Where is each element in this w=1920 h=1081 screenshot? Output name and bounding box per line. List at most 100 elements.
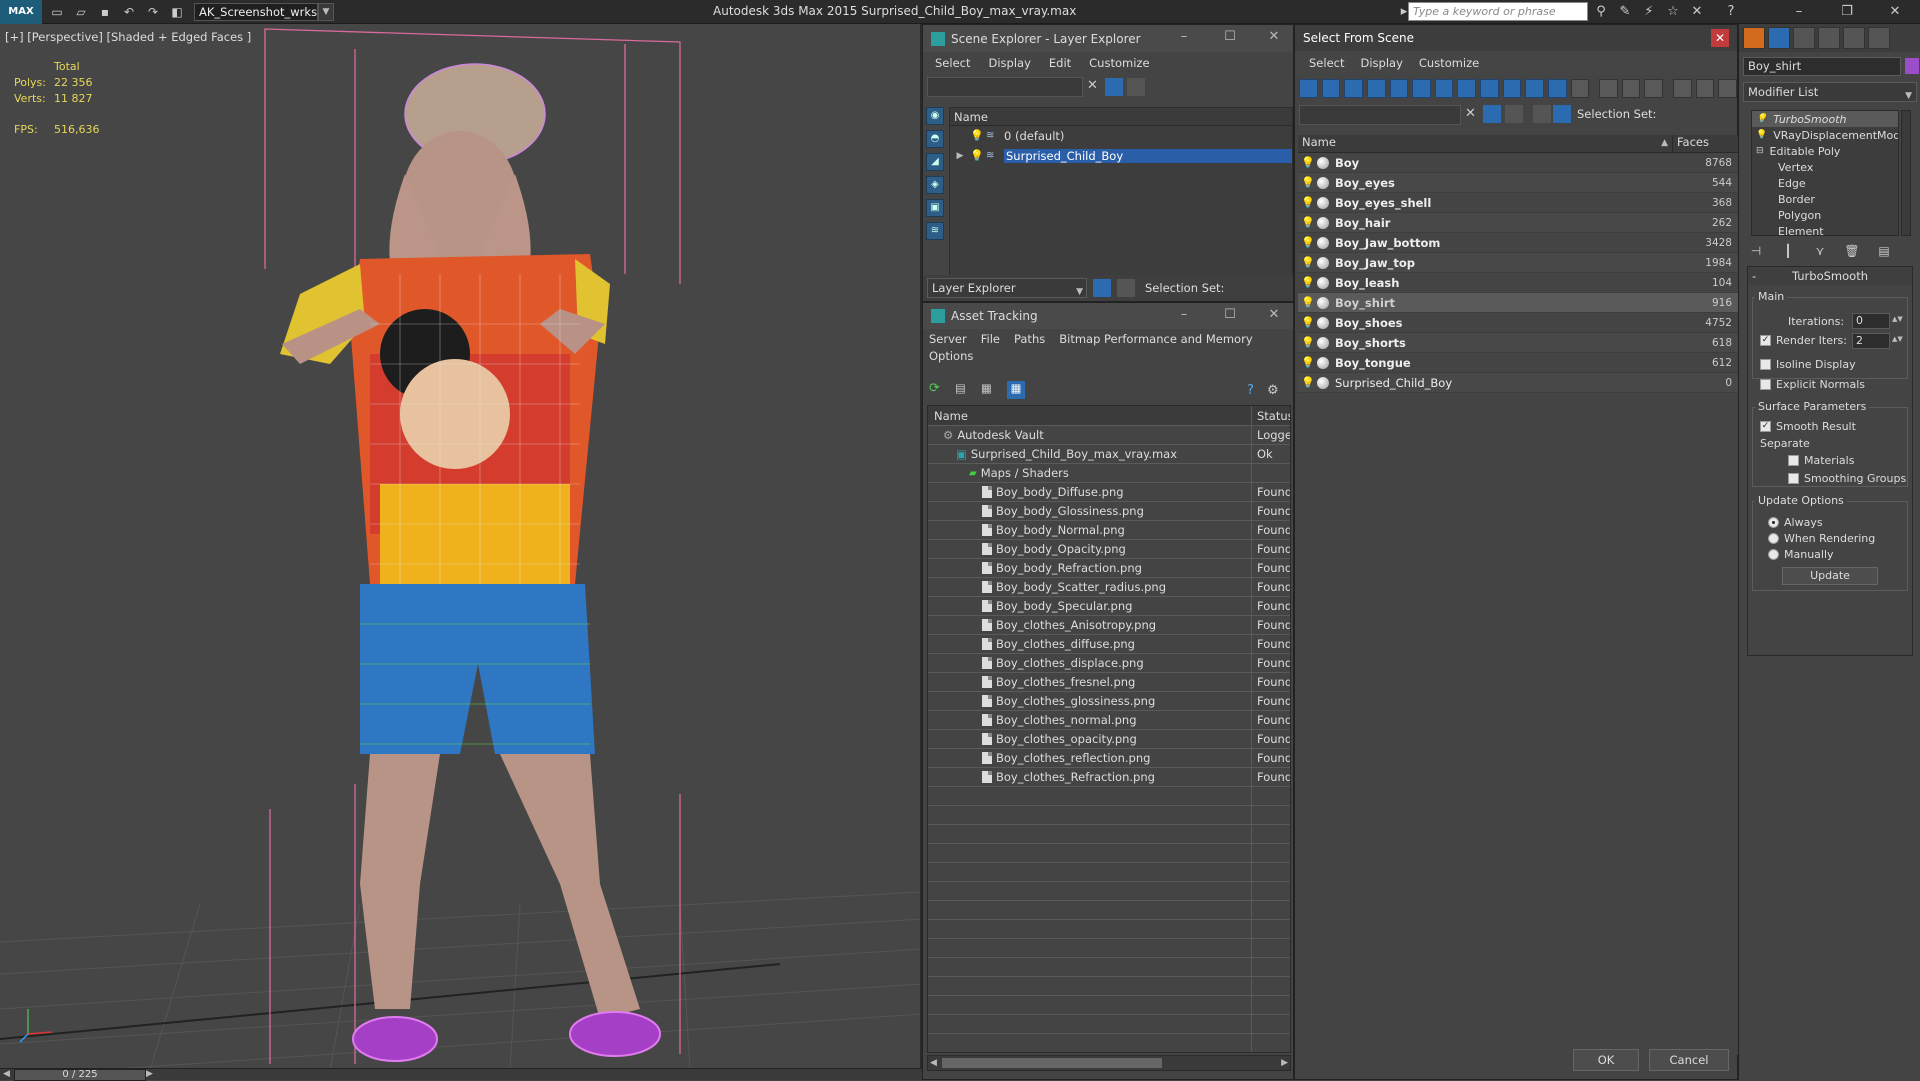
smoothing-groups-checkbox[interactable] [1788, 473, 1799, 484]
layer-explorer-icon[interactable] [1093, 279, 1111, 297]
modifier-stack-item[interactable]: Border [1752, 191, 1898, 207]
asset-row[interactable]: Boy_clothes_normal.png Found [928, 711, 1290, 730]
display-helpers-icon[interactable] [1389, 78, 1409, 98]
redo-icon[interactable]: ↷ [144, 4, 162, 20]
spinner-arrows-icon[interactable]: ▲▼ [1892, 335, 1903, 343]
light-bulb-icon[interactable]: 💡 [970, 130, 984, 142]
display-lights-icon[interactable]: ◈ [926, 176, 944, 194]
asset-row[interactable]: Boy_body_Normal.png Found [928, 521, 1290, 540]
light-bulb-icon[interactable]: 💡 [1301, 216, 1315, 229]
isoline-checkbox[interactable] [1760, 359, 1771, 370]
asset-row[interactable]: Boy_clothes_glossiness.png Found [928, 692, 1290, 711]
light-bulb-icon[interactable]: 💡 [1301, 296, 1315, 309]
filter-icon[interactable] [1105, 78, 1123, 96]
configure-sets-icon[interactable]: ▤ [1875, 242, 1893, 260]
undo-icon[interactable]: ↶ [120, 4, 138, 20]
col-status[interactable]: Status [1252, 406, 1290, 425]
create-tab-icon[interactable] [1743, 27, 1765, 49]
display-geometry-icon[interactable]: ◓ [926, 130, 944, 148]
light-bulb-icon[interactable]: 💡 [1301, 276, 1315, 289]
light-bulb-icon[interactable]: 💡 [1301, 236, 1315, 249]
object-row[interactable]: 💡 Boy_tongue 612 [1298, 353, 1738, 373]
refresh-icon[interactable]: ⟳ [929, 381, 947, 399]
modifier-stack-item[interactable]: Edge [1752, 175, 1898, 191]
sort-icon[interactable] [1695, 78, 1715, 98]
show-end-result-icon[interactable]: ┃ [1779, 242, 1797, 260]
display-shapes-icon[interactable]: ◢ [926, 153, 944, 171]
materials-checkbox[interactable] [1788, 455, 1799, 466]
ok-button[interactable]: OK [1573, 1049, 1639, 1071]
save-icon[interactable]: ▪ [96, 4, 114, 20]
object-row[interactable]: 💡 Boy_eyes_shell 368 [1298, 193, 1738, 213]
options-icon[interactable] [1718, 78, 1737, 98]
filter-icon[interactable] [1483, 105, 1501, 123]
menu-select[interactable]: Select [935, 56, 970, 70]
layer-tree-header[interactable]: Name [950, 108, 1292, 126]
thumbnail-icon[interactable]: ▦ [981, 381, 999, 399]
update-always-radio[interactable] [1768, 517, 1779, 528]
asset-row[interactable]: Boy_body_Scatter_radius.png Found [928, 578, 1290, 597]
col-name[interactable]: Name ▲ [1298, 135, 1673, 152]
object-color-swatch[interactable] [1905, 58, 1919, 74]
favorites-star-icon[interactable]: ☆ [1664, 3, 1682, 21]
search-input[interactable]: Type a keyword or phrase [1408, 2, 1588, 21]
subscription-icon[interactable]: ⚡ [1640, 3, 1658, 21]
object-row[interactable]: 💡 Boy_leash 104 [1298, 273, 1738, 293]
display-none-icon[interactable]: ◉ [926, 107, 944, 125]
light-bulb-icon[interactable]: 💡 [1301, 156, 1315, 169]
asset-row[interactable]: ▣ Surprised_Child_Boy_max_vray.max Ok [928, 445, 1290, 464]
menu-file[interactable]: File [981, 332, 1000, 346]
tools-icon[interactable]: ✎ [1616, 3, 1634, 21]
scroll-left-icon[interactable]: ◀ [930, 1058, 937, 1068]
select-invert-icon[interactable] [1644, 78, 1663, 98]
perspective-viewport[interactable]: [+] [Perspective] [Shaded + Edged Faces … [0, 24, 922, 1070]
object-name-field[interactable]: Boy_shirt [1743, 57, 1901, 76]
update-rendering-radio[interactable] [1768, 533, 1779, 544]
make-unique-icon[interactable]: ⋎ [1811, 242, 1829, 260]
pin-stack-icon[interactable]: ⊣ [1747, 242, 1765, 260]
menu-options[interactable]: Options [923, 349, 1293, 367]
close-icon[interactable]: ✕ [1263, 29, 1285, 44]
menu-server[interactable]: Server [929, 332, 967, 346]
modifier-stack-item[interactable]: Polygon [1752, 207, 1898, 223]
menu-display[interactable]: Display [988, 56, 1030, 70]
asset-row[interactable]: Boy_clothes_diffuse.png Found [928, 635, 1290, 654]
modifier-list-dropdown[interactable]: Modifier List ▼ [1743, 82, 1917, 102]
rollout-title[interactable]: - TurboSmooth [1748, 267, 1912, 285]
object-search-input[interactable] [1299, 105, 1461, 125]
modifier-stack-item[interactable]: 💡 VRayDisplacementMod [1752, 127, 1898, 143]
filter-funnel-icon[interactable] [1673, 78, 1692, 98]
object-row[interactable]: 💡 Boy_eyes 544 [1298, 173, 1738, 193]
display-cameras-icon[interactable]: ▣ [926, 199, 944, 217]
light-bulb-icon[interactable]: 💡 [1301, 336, 1315, 349]
display-spacewarps-icon[interactable] [1412, 78, 1431, 98]
project-folder-icon[interactable]: ◧ [168, 4, 186, 20]
close-icon[interactable]: ✕ [1711, 29, 1729, 47]
object-row[interactable]: 💡 Boy_hair 262 [1298, 213, 1738, 233]
open-file-icon[interactable]: ▱ [72, 4, 90, 20]
modify-tab-icon[interactable] [1768, 27, 1790, 49]
asset-row[interactable]: Boy_clothes_reflection.png Found [928, 749, 1290, 768]
binoculars-icon[interactable]: ⚲ [1592, 3, 1610, 21]
asset-row[interactable]: Boy_body_Refraction.png Found [928, 559, 1290, 578]
object-row[interactable]: 💡 Boy_shoes 4752 [1298, 313, 1738, 333]
col-name[interactable]: Name [928, 406, 1252, 425]
scene-explorer-titlebar[interactable]: Scene Explorer - Layer Explorer – ☐ ✕ [923, 25, 1293, 52]
display-lights-icon[interactable] [1344, 78, 1363, 98]
update-button[interactable]: Update [1782, 567, 1878, 585]
horizontal-scrollbar[interactable]: ◀ ▶ [927, 1055, 1291, 1071]
display-all-icon[interactable] [1570, 78, 1590, 98]
light-bulb-icon[interactable]: 💡 [1301, 316, 1315, 329]
workspace-selector[interactable]: AK_Screenshot_wrksp [194, 2, 318, 21]
modifier-stack-item[interactable]: Vertex [1752, 159, 1898, 175]
menu-edit[interactable]: Edit [1049, 56, 1071, 70]
display-geometry-icon[interactable] [1299, 78, 1318, 98]
help-icon[interactable]: ? [1247, 383, 1254, 398]
light-bulb-icon[interactable]: 💡 [1301, 256, 1315, 269]
modifier-toggle-icon[interactable]: 💡 [1756, 114, 1767, 124]
find-case-icon[interactable] [1505, 105, 1523, 123]
explorer-type-dropdown[interactable]: Layer Explorer ▼ [927, 278, 1087, 298]
asset-row[interactable]: Boy_clothes_Refraction.png Found [928, 768, 1290, 787]
display-xrefs-icon[interactable] [1457, 78, 1476, 98]
maximize-icon[interactable]: ☐ [1219, 29, 1241, 44]
